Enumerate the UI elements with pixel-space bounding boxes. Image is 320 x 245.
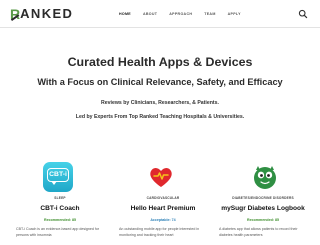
card-app-name[interactable]: CBT-i Coach (10, 204, 110, 213)
app-card-mysugr[interactable]: DIABETES/ENDOCRINE DISORDERS mySugr Diab… (213, 158, 313, 245)
card-description: CBT-i Coach is an evidence-based app des… (16, 227, 100, 237)
nav-team[interactable]: TEAM (198, 10, 221, 18)
nav-apply[interactable]: APPLY (222, 10, 247, 18)
card-rating: Acceptable: 74 (150, 218, 176, 222)
card-app-name[interactable]: mySugr Diabetes Logbook (213, 204, 313, 213)
card-description: A diabetes app that allows patients to r… (219, 227, 298, 237)
cbt-i-app-icon[interactable]: CBT-i (43, 162, 73, 192)
card-rating: Recommended: 85 (247, 218, 279, 222)
card-category: CARDIOVASCULAR (146, 196, 180, 200)
sugar-monster-app-icon[interactable] (250, 162, 280, 192)
nav-about[interactable]: ABOUT (137, 10, 163, 18)
heart-app-icon[interactable] (146, 162, 176, 192)
main-nav: HOME ABOUT APPROACH TEAM APPLY (113, 10, 247, 18)
card-category: SLEEP (54, 196, 66, 200)
hero-reviews-line: Reviews by Clinicians, Researchers, & Pa… (101, 100, 219, 106)
search-icon[interactable] (298, 9, 308, 19)
card-description: An outstanding mobile app for people int… (119, 227, 200, 237)
app-card-cbt-i-coach[interactable]: CBT-i SLEEP CBT-i Coach Recommended: 85 … (10, 158, 110, 245)
card-app-name[interactable]: Hello Heart Premium (113, 204, 213, 213)
card-rating: Recommended: 85 (44, 218, 76, 222)
logo-initial: R (10, 6, 21, 22)
card-category: DIABETES/ENDOCRINE DISORDERS (232, 196, 294, 200)
hero-title: Curated Health Apps & Devices (67, 55, 253, 69)
cbt-i-icon-text: CBT-i (49, 171, 67, 178)
app-card-hello-heart[interactable]: CARDIOVASCULAR Hello Heart Premium Accep… (113, 158, 213, 245)
ranked-logo[interactable]: R ANKED (10, 5, 73, 23)
logo-text: ANKED (20, 6, 74, 21)
nav-approach[interactable]: APPROACH (163, 10, 198, 18)
nav-home[interactable]: HOME (113, 10, 137, 18)
site-header: R ANKED HOME ABOUT APPROACH TEAM APPLY (0, 0, 320, 28)
hero-subtitle: With a Focus on Clinical Relevance, Safe… (37, 77, 283, 87)
hero-experts-line: Led by Experts From Top Ranked Teaching … (75, 114, 245, 120)
